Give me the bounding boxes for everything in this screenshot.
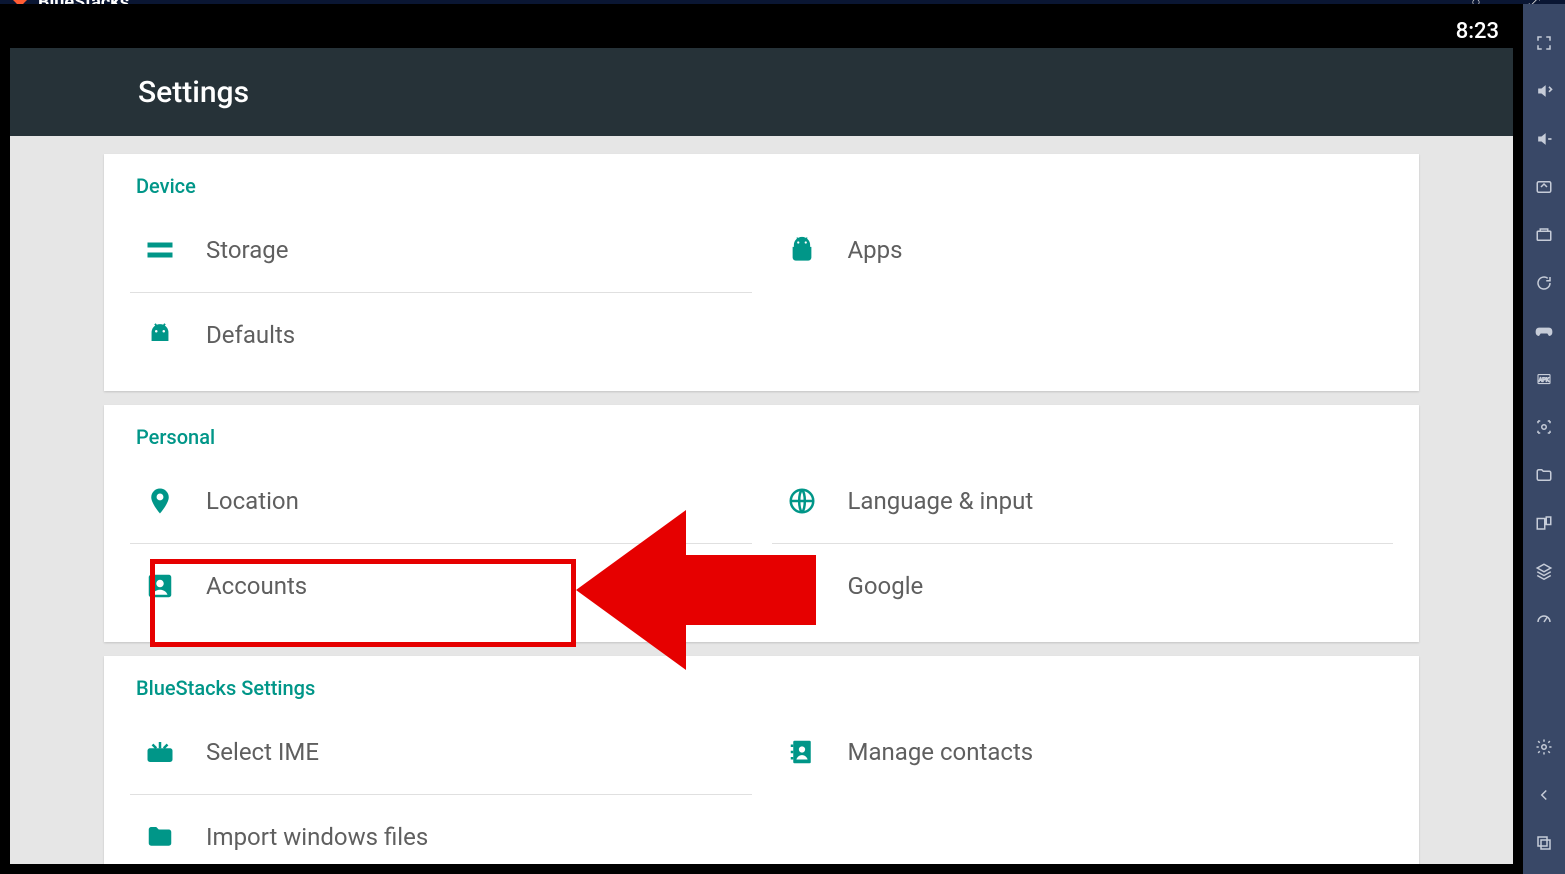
bluestacks-window: BlueStacks ○ ⤢ 8:23 Settings Device [0,0,1565,874]
settings-item-location[interactable]: Location [130,459,752,544]
settings-item-label: Select IME [206,738,319,766]
account-box-icon [142,568,178,604]
card-header-device: Device [104,154,1419,208]
settings-item-language-input[interactable]: Language & input [772,459,1394,544]
sidebar-gamepad-icon[interactable] [1523,316,1565,346]
svg-text:APK: APK [1539,377,1550,383]
settings-item-google[interactable]: Google [772,544,1394,628]
sidebar-volume-down-icon[interactable] [1523,124,1565,154]
sidebar-media-icon[interactable] [1523,220,1565,250]
card-personal: Personal Location [104,405,1419,642]
card-header-bluestacks: BlueStacks Settings [104,656,1419,710]
settings-content[interactable]: Device Storage [10,136,1513,864]
settings-app-bar: Settings [10,48,1513,136]
settings-item-manage-contacts[interactable]: Manage contacts [772,710,1394,794]
settings-item-accounts[interactable]: Accounts [130,544,752,628]
android-head-icon [142,317,178,353]
sidebar-copy-icon[interactable] [1523,828,1565,858]
settings-item-label: Google [848,572,924,600]
settings-item-label: Location [206,487,299,515]
globe-icon [784,483,820,519]
bluestacks-sidebar: APK [1523,4,1565,874]
sidebar-camera-icon[interactable] [1523,412,1565,442]
main-row: 8:23 Settings Device [0,4,1565,874]
contacts-book-icon [784,734,820,770]
google-g-icon [784,568,820,604]
sidebar-fullscreen-icon[interactable] [1523,28,1565,58]
settings-item-label: Import windows files [206,823,428,851]
sidebar-multi-instance-icon[interactable] [1523,508,1565,538]
page-title: Settings [138,75,249,110]
sidebar-keymap-icon[interactable] [1523,172,1565,202]
settings-item-label: Apps [848,236,903,264]
android-emulator: 8:23 Settings Device [10,14,1513,864]
sidebar-rotate-icon[interactable] [1523,268,1565,298]
settings-item-label: Manage contacts [848,738,1034,766]
card-header-personal: Personal [104,405,1419,459]
settings-item-apps[interactable]: Apps [772,208,1394,292]
android-icon [784,232,820,268]
settings-item-select-ime[interactable]: Select IME [130,710,752,795]
sidebar-speedometer-icon[interactable] [1523,604,1565,634]
settings-item-defaults[interactable]: Defaults [130,293,752,377]
settings-item-label: Defaults [206,321,295,349]
emulator-outer: 8:23 Settings Device [0,4,1523,874]
settings-item-label: Storage [206,236,288,264]
settings-item-label: Accounts [206,572,307,600]
sidebar-back-icon[interactable] [1523,780,1565,810]
sidebar-settings-gear-icon[interactable] [1523,732,1565,762]
settings-item-import-windows-files[interactable]: Import windows files [130,795,752,864]
keyboard-ime-icon [142,734,178,770]
sidebar-layers-icon[interactable] [1523,556,1565,586]
card-device: Device Storage [104,154,1419,391]
storage-icon [142,232,178,268]
android-status-bar: 8:23 [10,14,1513,48]
status-time: 8:23 [1456,19,1499,44]
settings-item-label: Language & input [848,487,1034,515]
card-bluestacks-settings: BlueStacks Settings Select IME [104,656,1419,864]
folder-icon [142,819,178,855]
location-icon [142,483,178,519]
sidebar-apk-icon[interactable]: APK [1523,364,1565,394]
settings-item-storage[interactable]: Storage [130,208,752,293]
sidebar-folder-icon[interactable] [1523,460,1565,490]
sidebar-volume-up-icon[interactable] [1523,76,1565,106]
